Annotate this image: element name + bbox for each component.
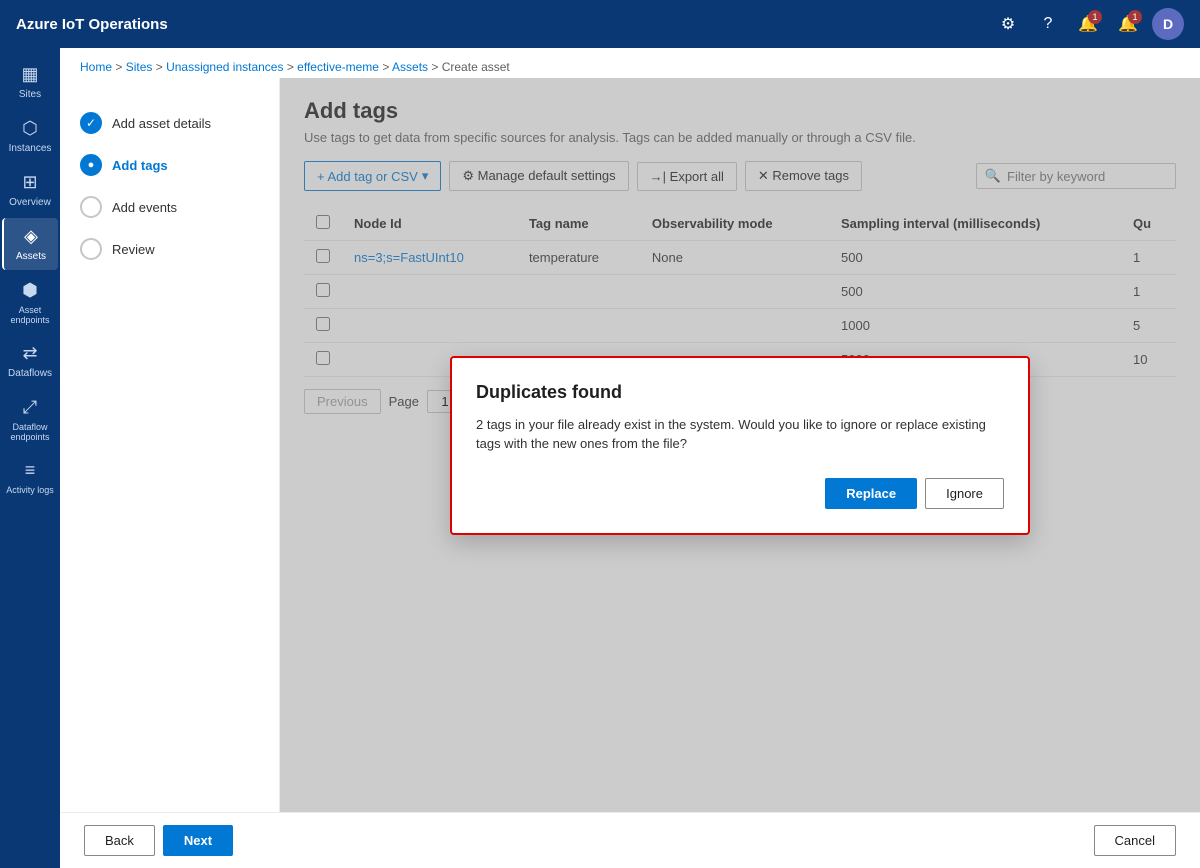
app-title: Azure IoT Operations bbox=[16, 16, 992, 33]
step-label-3: Add events bbox=[112, 200, 177, 215]
duplicates-dialog: Duplicates found 2 tags in your file alr… bbox=[450, 356, 1030, 535]
assets-icon: ◈ bbox=[24, 226, 38, 247]
sidebar-label-asset-endpoints: Asset endpoints bbox=[6, 305, 54, 325]
user-avatar[interactable]: D bbox=[1152, 8, 1184, 40]
modal-overlay: Duplicates found 2 tags in your file alr… bbox=[280, 78, 1200, 812]
breadcrumb-unassigned[interactable]: Unassigned instances bbox=[166, 60, 283, 74]
footer: Back Next Cancel bbox=[60, 812, 1200, 868]
settings-icon: ⚙ bbox=[1001, 14, 1015, 34]
overview-icon: ⊞ bbox=[22, 172, 37, 193]
sidebar-item-activity-logs[interactable]: ≡ Activity logs bbox=[2, 452, 58, 503]
wizard-step-add-events[interactable]: Add events bbox=[60, 186, 279, 228]
dialog-title: Duplicates found bbox=[476, 382, 1004, 403]
step-circle-3 bbox=[80, 196, 102, 218]
dataflow-endpoints-icon: ⤢ bbox=[23, 397, 37, 418]
sidebar-item-instances[interactable]: ⬡ Instances bbox=[2, 110, 58, 162]
sidebar-label-sites: Sites bbox=[19, 89, 41, 100]
notifications-button-1[interactable]: 🔔 1 bbox=[1072, 8, 1104, 40]
asset-endpoints-icon: ⬢ bbox=[22, 280, 38, 301]
breadcrumb-sites[interactable]: Sites bbox=[126, 60, 153, 74]
page-content: Add tags Use tags to get data from speci… bbox=[280, 78, 1200, 812]
sidebar-item-dataflow-endpoints[interactable]: ⤢ Dataflow endpoints bbox=[2, 389, 58, 450]
sidebar-item-dataflows[interactable]: ⇄ Dataflows bbox=[2, 335, 58, 387]
dialog-actions: Replace Ignore bbox=[476, 478, 1004, 509]
step-label-2: Add tags bbox=[112, 158, 168, 173]
sites-icon: ▦ bbox=[21, 64, 38, 85]
ignore-button[interactable]: Ignore bbox=[925, 478, 1004, 509]
help-icon: ? bbox=[1044, 15, 1053, 33]
wizard-step-add-asset-details[interactable]: ✓ Add asset details bbox=[60, 102, 279, 144]
sidebar-label-dataflows: Dataflows bbox=[8, 368, 52, 379]
step-label-4: Review bbox=[112, 242, 155, 257]
sidebar-label-activity-logs: Activity logs bbox=[6, 485, 54, 495]
breadcrumb-effective-meme[interactable]: effective-meme bbox=[297, 60, 379, 74]
settings-button[interactable]: ⚙ bbox=[992, 8, 1024, 40]
notifications-button-2[interactable]: 🔔 1 bbox=[1112, 8, 1144, 40]
breadcrumb-assets[interactable]: Assets bbox=[392, 60, 428, 74]
breadcrumb-sep3: > bbox=[287, 60, 297, 74]
breadcrumb-home[interactable]: Home bbox=[80, 60, 112, 74]
breadcrumb-sep2: > bbox=[156, 60, 166, 74]
top-navigation: Azure IoT Operations ⚙ ? 🔔 1 🔔 1 D bbox=[0, 0, 1200, 48]
sidebar-item-asset-endpoints[interactable]: ⬢ Asset endpoints bbox=[2, 272, 58, 333]
wizard-step-add-tags[interactable]: ● Add tags bbox=[60, 144, 279, 186]
help-button[interactable]: ? bbox=[1032, 8, 1064, 40]
notification-badge-2: 1 bbox=[1128, 10, 1142, 24]
content-area: Home > Sites > Unassigned instances > ef… bbox=[60, 48, 1200, 868]
back-button[interactable]: Back bbox=[84, 825, 155, 856]
sidebar-label-assets: Assets bbox=[16, 251, 46, 262]
wizard-step-review[interactable]: Review bbox=[60, 228, 279, 270]
nav-icons: ⚙ ? 🔔 1 🔔 1 D bbox=[992, 8, 1184, 40]
sidebar-item-assets[interactable]: ◈ Assets bbox=[2, 218, 58, 270]
wizard-layout: ✓ Add asset details ● Add tags Add event… bbox=[60, 78, 1200, 812]
step-circle-4 bbox=[80, 238, 102, 260]
sidebar-label-overview: Overview bbox=[9, 197, 51, 208]
sidebar-item-sites[interactable]: ▦ Sites bbox=[2, 56, 58, 108]
breadcrumb-sep5: > bbox=[431, 60, 441, 74]
next-button[interactable]: Next bbox=[163, 825, 233, 856]
instances-icon: ⬡ bbox=[22, 118, 38, 139]
dataflows-icon: ⇄ bbox=[22, 343, 37, 364]
sidebar-label-instances: Instances bbox=[9, 143, 52, 154]
step-circle-1: ✓ bbox=[80, 112, 102, 134]
main-layout: ▦ Sites ⬡ Instances ⊞ Overview ◈ Assets … bbox=[0, 48, 1200, 868]
sidebar: ▦ Sites ⬡ Instances ⊞ Overview ◈ Assets … bbox=[0, 48, 60, 868]
dialog-body: 2 tags in your file already exist in the… bbox=[476, 415, 1004, 454]
wizard-steps-panel: ✓ Add asset details ● Add tags Add event… bbox=[60, 78, 280, 812]
sidebar-item-overview[interactable]: ⊞ Overview bbox=[2, 164, 58, 216]
breadcrumb-current: Create asset bbox=[442, 60, 510, 74]
activity-logs-icon: ≡ bbox=[25, 460, 36, 481]
breadcrumb: Home > Sites > Unassigned instances > ef… bbox=[60, 48, 1200, 78]
cancel-button[interactable]: Cancel bbox=[1094, 825, 1176, 856]
step-circle-2: ● bbox=[80, 154, 102, 176]
sidebar-label-dataflow-endpoints: Dataflow endpoints bbox=[6, 422, 54, 442]
breadcrumb-sep1: > bbox=[115, 60, 125, 74]
step-label-1: Add asset details bbox=[112, 116, 211, 131]
replace-button[interactable]: Replace bbox=[825, 478, 917, 509]
notification-badge-1: 1 bbox=[1088, 10, 1102, 24]
breadcrumb-sep4: > bbox=[382, 60, 392, 74]
